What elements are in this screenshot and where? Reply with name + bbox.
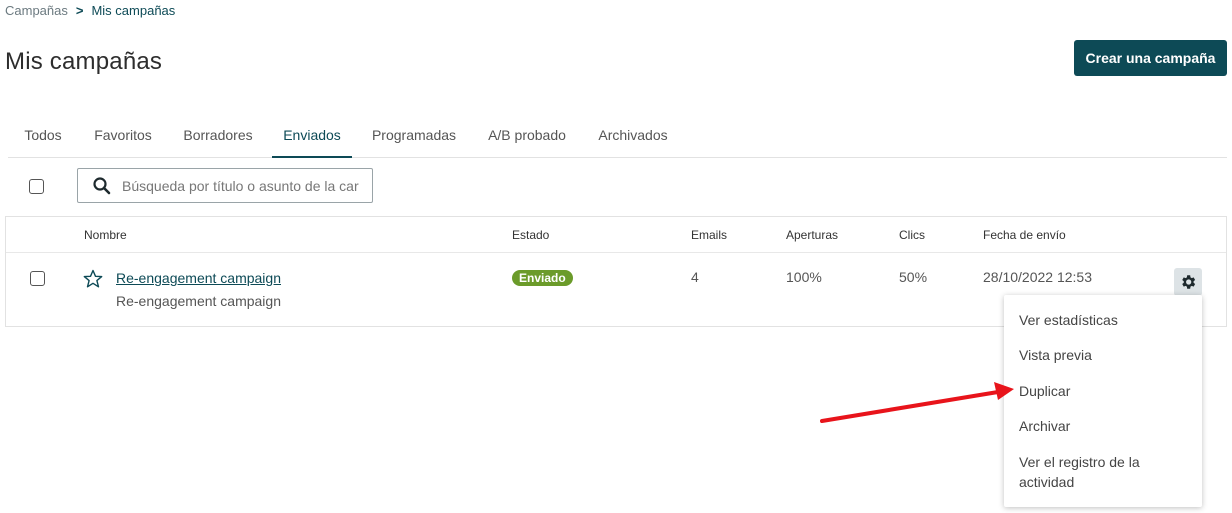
tab-borradores[interactable]: Borradores — [175, 127, 261, 157]
column-header-emails[interactable]: Emails — [691, 228, 727, 242]
opens-rate: 100% — [786, 269, 822, 285]
search-box — [77, 168, 373, 203]
column-header-clicks[interactable]: Clics — [899, 228, 925, 242]
tab-bar: Todos Favoritos Borradores Enviados Prog… — [8, 127, 1227, 158]
menu-item-vista-previa[interactable]: Vista previa — [1019, 345, 1189, 365]
tab-archivados[interactable]: Archivados — [590, 127, 676, 157]
tab-programadas[interactable]: Programadas — [365, 127, 463, 157]
menu-item-archivar[interactable]: Archivar — [1019, 416, 1189, 436]
menu-item-ver-estadisticas[interactable]: Ver estadísticas — [1019, 310, 1189, 330]
menu-item-ver-registro-actividad[interactable]: Ver el registro de la actividad — [1019, 452, 1189, 492]
create-campaign-button[interactable]: Crear una campaña — [1074, 40, 1227, 76]
breadcrumb-current: Mis campañas — [91, 3, 176, 18]
column-header-sent-date[interactable]: Fecha de envío — [983, 228, 1066, 242]
tab-todos[interactable]: Todos — [8, 127, 78, 157]
row-actions-button[interactable] — [1174, 268, 1202, 296]
campaign-title-link[interactable]: Re-engagement campaign — [116, 270, 281, 286]
breadcrumb: Campañas > Mis campañas — [5, 3, 175, 18]
column-header-status[interactable]: Estado — [512, 228, 549, 242]
sent-date: 28/10/2022 12:53 — [983, 269, 1092, 285]
menu-item-duplicar[interactable]: Duplicar — [1019, 381, 1189, 401]
clicks-rate: 50% — [899, 269, 928, 285]
chevron-right-icon: > — [75, 3, 84, 18]
emails-count: 4 — [691, 269, 699, 285]
table-header-divider — [6, 252, 1226, 253]
status-badge: Enviado — [512, 270, 573, 286]
search-icon — [93, 176, 111, 194]
tab-ab-probado[interactable]: A/B probado — [480, 127, 574, 157]
breadcrumb-parent-link[interactable]: Campañas — [5, 3, 68, 18]
page-title: Mis campañas — [5, 48, 163, 75]
tab-enviados[interactable]: Enviados — [272, 127, 352, 158]
star-outline-icon[interactable] — [83, 269, 103, 289]
search-input[interactable] — [122, 177, 362, 194]
row-actions-menu: Ver estadísticas Vista previa Duplicar A… — [1004, 295, 1202, 507]
column-header-name[interactable]: Nombre — [84, 228, 127, 242]
column-header-opens[interactable]: Aperturas — [786, 228, 838, 242]
campaign-subject: Re-engagement campaign — [116, 293, 281, 309]
row-checkbox[interactable] — [30, 271, 45, 286]
tab-favoritos[interactable]: Favoritos — [86, 127, 160, 157]
gear-icon — [1182, 275, 1196, 289]
select-all-checkbox[interactable] — [29, 179, 44, 194]
